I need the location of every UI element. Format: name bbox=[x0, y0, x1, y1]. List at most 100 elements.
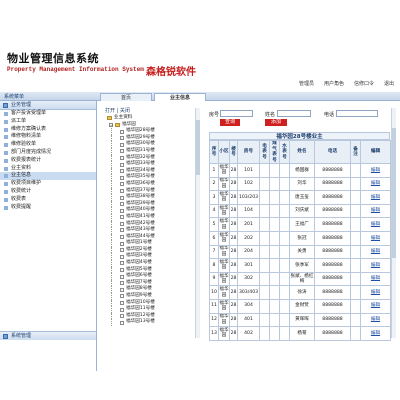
tree-leaf[interactable]: 福华园36号楼 bbox=[103, 180, 199, 188]
table-cell: 102 bbox=[237, 176, 260, 192]
tree-leaf[interactable]: 福华园40号楼 bbox=[103, 207, 199, 214]
tree-leaf[interactable]: 福华园13号楼 bbox=[103, 319, 199, 326]
tree-line bbox=[111, 220, 112, 228]
phone-input[interactable] bbox=[336, 110, 378, 117]
room-input[interactable] bbox=[220, 110, 253, 117]
scroll-thumb[interactable] bbox=[392, 128, 396, 258]
table-cell bbox=[259, 203, 270, 219]
sidebar-item[interactable]: 收费报表统计 bbox=[0, 157, 96, 165]
sidebar-item[interactable]: 收费项目维护 bbox=[0, 180, 96, 188]
table-cell: 唐玉玺 bbox=[289, 190, 315, 205]
tree-leaf[interactable]: 福华园33号楼 bbox=[103, 161, 199, 168]
edit-link[interactable]: 编辑 bbox=[360, 271, 391, 287]
tree-line bbox=[111, 246, 112, 254]
edit-link[interactable]: 编辑 bbox=[360, 230, 391, 246]
table-cell bbox=[259, 176, 270, 192]
tree-line bbox=[111, 293, 112, 300]
sidebar-group-system[interactable]: 系统管理 bbox=[0, 331, 97, 340]
tree-leaf[interactable]: 福华园30号楼 bbox=[103, 141, 199, 148]
admin-link[interactable]: 管理员 bbox=[299, 80, 314, 87]
tree-leaf[interactable]: 福华园35号楼 bbox=[103, 174, 199, 181]
tree-root[interactable]: 业主资料 bbox=[103, 115, 199, 122]
tree-toolbar[interactable]: 打开 | 关闭 bbox=[103, 108, 199, 115]
edit-link[interactable]: 编辑 bbox=[360, 285, 391, 300]
document-icon bbox=[120, 142, 124, 147]
edit-link[interactable]: 编辑 bbox=[360, 190, 391, 205]
document-icon bbox=[120, 261, 124, 266]
sidebar-items: 客户投诉受理单 派工单 维修方案确认表 维修物料清单 维修验收单 部门月度完成情况 收费报表… bbox=[0, 110, 96, 211]
tree-leaf[interactable]: 福华园41号楼 bbox=[103, 213, 199, 221]
tree-scrollbar[interactable] bbox=[195, 108, 200, 338]
tree-leaf[interactable]: 福华园4号楼 bbox=[103, 260, 199, 267]
table-cell: 8888888 bbox=[314, 190, 351, 205]
table-cell: 徐涛 bbox=[289, 285, 315, 300]
document-icon bbox=[120, 136, 124, 141]
edit-link[interactable]: 编辑 bbox=[360, 163, 391, 178]
tab-home[interactable]: 首页 bbox=[100, 93, 152, 101]
edit-link[interactable]: 编辑 bbox=[360, 298, 391, 314]
tree-leaf[interactable]: 福华园6号楼 bbox=[103, 273, 199, 280]
table-scrollbar[interactable] bbox=[391, 108, 396, 338]
edit-link[interactable]: 编辑 bbox=[360, 312, 391, 328]
document-icon bbox=[120, 182, 124, 187]
tree-leaf[interactable]: 福华园1号楼 bbox=[103, 240, 199, 247]
edit-link[interactable]: 编辑 bbox=[360, 203, 391, 219]
sidebar-item[interactable]: 派工单 bbox=[0, 118, 96, 126]
change-password-link[interactable]: 信修口令 bbox=[354, 80, 374, 87]
folder-icon bbox=[107, 116, 112, 121]
tree-leaf[interactable]: 福华园9号楼 bbox=[103, 293, 199, 300]
edit-link[interactable]: 编辑 bbox=[360, 217, 391, 232]
tree-line bbox=[111, 200, 112, 208]
scroll-thumb[interactable] bbox=[196, 120, 200, 175]
table-row: 13 福华园 28 402 杨菊 8888888 编辑 bbox=[209, 326, 391, 341]
tree-line bbox=[111, 260, 112, 267]
table-cell bbox=[279, 298, 290, 314]
sidebar-item[interactable]: 收费表 bbox=[0, 196, 96, 204]
sidebar-item[interactable]: 收费提醒 bbox=[0, 204, 96, 212]
table-cell: 张季军 bbox=[289, 258, 315, 273]
tree-leaf-label: 福华园36号楼 bbox=[126, 180, 155, 186]
folder-icon bbox=[3, 103, 8, 108]
document-icon bbox=[120, 320, 124, 325]
add-button[interactable]: 添加 bbox=[265, 119, 287, 126]
edit-link[interactable]: 编辑 bbox=[360, 244, 391, 260]
tree-leaf[interactable]: 福华园11号楼 bbox=[103, 306, 199, 313]
tree-leaf[interactable]: 福华园43号楼 bbox=[103, 227, 199, 234]
table-row: 6 福华园 28 202 张冠 8888888 编辑 bbox=[209, 230, 391, 246]
sidebar-item[interactable]: 部门月度完成情况 bbox=[0, 149, 96, 157]
table-row: 4 福华园 28 104 刘庆斌 8888888 编辑 bbox=[209, 203, 391, 219]
document-icon bbox=[120, 314, 124, 319]
table-cell: 黄晖晖 bbox=[289, 312, 315, 328]
table-cell bbox=[259, 326, 270, 341]
table-cell bbox=[269, 203, 280, 219]
sidebar-item[interactable]: 维修验收单 bbox=[0, 141, 96, 149]
tree-leaf[interactable]: 福华园38号楼 bbox=[103, 194, 199, 201]
table-cell bbox=[350, 176, 361, 192]
table-cell bbox=[269, 176, 280, 192]
name-input[interactable] bbox=[277, 110, 311, 117]
folder-icon bbox=[3, 334, 8, 339]
sidebar-group-business[interactable]: 业务管理 bbox=[0, 101, 96, 110]
sidebar-item[interactable]: 业主信息 bbox=[0, 172, 96, 181]
table-cell: 101 bbox=[237, 163, 260, 178]
edit-link[interactable]: 编辑 bbox=[360, 326, 391, 341]
table-row: 7 福华园 28 204 关勇 8888888 编辑 bbox=[209, 244, 391, 260]
sidebar-item[interactable]: 客户投诉受理单 bbox=[0, 110, 96, 118]
edit-link[interactable]: 编辑 bbox=[360, 176, 391, 192]
tree-leaf[interactable]: 福华园28号楼 bbox=[103, 128, 199, 135]
table-cell: 8888888 bbox=[314, 163, 351, 178]
edit-link[interactable]: 编辑 bbox=[360, 258, 391, 273]
user-role-link[interactable]: 用户角色 bbox=[324, 80, 344, 87]
sidebar-item[interactable]: 收费统计 bbox=[0, 188, 96, 196]
table-cell: 8888888 bbox=[314, 312, 351, 328]
document-icon bbox=[120, 129, 124, 134]
tree-leaf-label: 福华园11号楼 bbox=[126, 306, 155, 312]
logout-link[interactable]: 退出 bbox=[384, 80, 394, 87]
tab-owner-info[interactable]: 业主信息 bbox=[154, 93, 206, 101]
collapse-icon[interactable]: − bbox=[109, 122, 113, 127]
tree-leaf[interactable]: 福华园31号楼 bbox=[103, 147, 199, 155]
tree-line bbox=[111, 273, 112, 280]
tree-line bbox=[111, 299, 112, 307]
tree-line bbox=[111, 266, 112, 274]
search-button[interactable]: 查询 bbox=[220, 119, 240, 126]
